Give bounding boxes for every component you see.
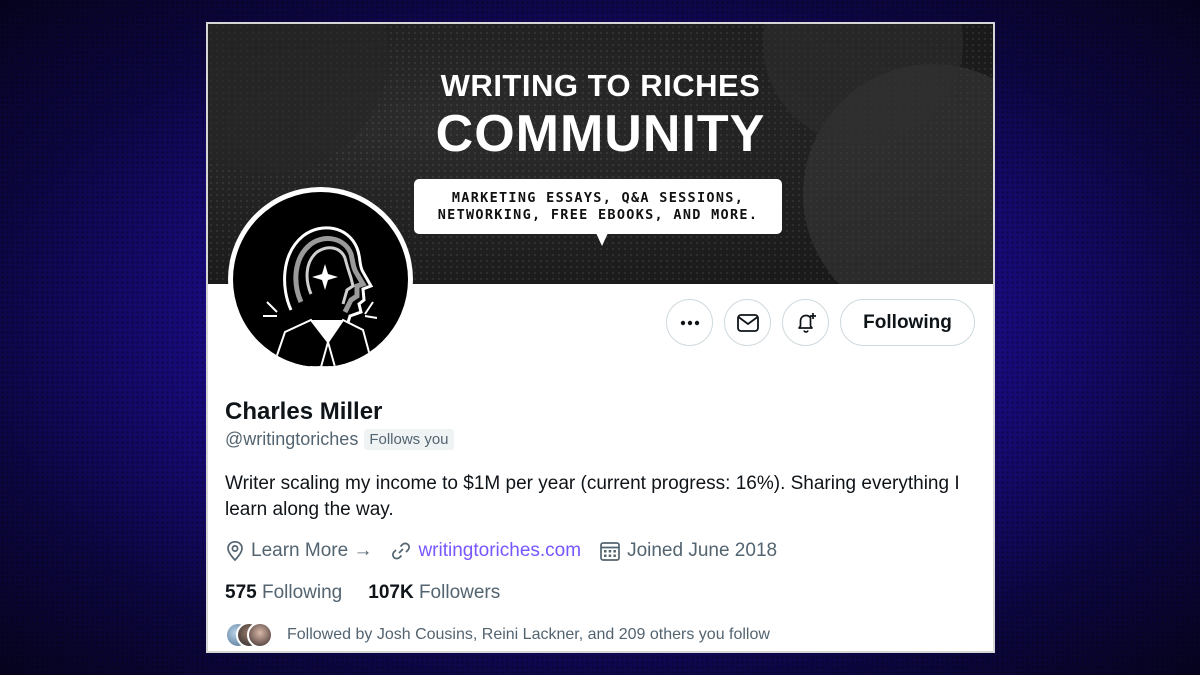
calendar-icon bbox=[600, 542, 620, 561]
bell-plus-icon bbox=[797, 312, 816, 333]
followers-count-link[interactable]: 107K Followers bbox=[368, 582, 500, 604]
bubble-text-line1: MARKETING ESSAYS, Q&A SESSIONS, bbox=[451, 189, 745, 206]
more-button[interactable] bbox=[666, 299, 713, 346]
website-link[interactable]: writingtoriches.com bbox=[418, 540, 581, 562]
banner-headline: COMMUNITY bbox=[435, 105, 766, 163]
following-count-link[interactable]: 575 Following bbox=[225, 582, 342, 604]
avatar bbox=[247, 622, 273, 648]
joined-item: Joined June 2018 bbox=[599, 540, 777, 562]
joined-text: Joined June 2018 bbox=[627, 540, 778, 561]
more-horizontal-icon bbox=[680, 320, 699, 325]
followed-by-text: Followed by Josh Cousins, Reini Lackner,… bbox=[287, 626, 770, 643]
location-pin-icon bbox=[227, 540, 243, 562]
profile-handle: @writingtoriches bbox=[225, 429, 359, 449]
envelope-icon bbox=[736, 313, 759, 332]
location-item: Learn More → bbox=[225, 540, 372, 562]
banner-title: WRITING TO RICHES bbox=[440, 68, 761, 103]
head-silhouette-logo-icon bbox=[263, 226, 378, 367]
profile-actions: Following bbox=[666, 299, 975, 346]
profile-card: WRITING TO RICHES COMMUNITY MARKETING ES… bbox=[206, 22, 995, 653]
profile-meta: Learn More → writingtoriches.com Joined … bbox=[225, 540, 795, 562]
following-label: Following bbox=[261, 582, 343, 603]
followers-label: Followers bbox=[418, 582, 501, 603]
website-item: writingtoriches.com bbox=[390, 540, 581, 562]
following-count: 575 bbox=[225, 582, 257, 603]
notifications-button[interactable] bbox=[782, 299, 829, 346]
following-button[interactable]: Following bbox=[840, 299, 975, 346]
link-icon bbox=[392, 542, 411, 560]
follows-you-badge: Follows you bbox=[364, 429, 454, 450]
bubble-text-line2: NETWORKING, FREE EBOOKS, AND MORE. bbox=[437, 206, 759, 223]
followers-count: 107K bbox=[368, 582, 414, 603]
profile-name: Charles Miller bbox=[225, 398, 383, 425]
banner-speech-bubble: MARKETING ESSAYS, Q&A SESSIONS, NETWORKI… bbox=[414, 179, 782, 246]
location-text: Learn More → bbox=[251, 540, 373, 561]
followed-by-row[interactable]: Followed by Josh Cousins, Reini Lackner,… bbox=[225, 622, 770, 648]
handle-row: @writingtoriches Follows you bbox=[225, 429, 454, 450]
avatar[interactable] bbox=[228, 187, 413, 372]
followed-by-avatars bbox=[225, 622, 273, 648]
follow-counts: 575 Following 107K Followers bbox=[225, 582, 500, 604]
message-button[interactable] bbox=[724, 299, 771, 346]
profile-bio: Writer scaling my income to $1M per year… bbox=[225, 473, 960, 520]
